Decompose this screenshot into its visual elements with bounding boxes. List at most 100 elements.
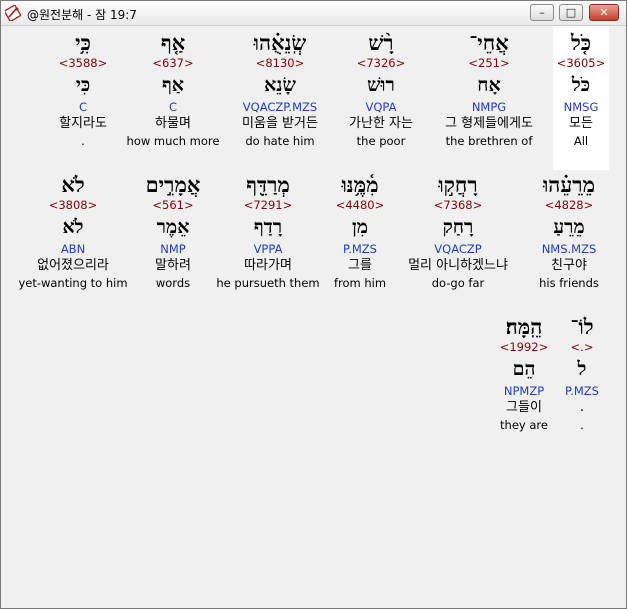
close-button[interactable]: ✕ xyxy=(589,4,619,21)
english-gloss: his friends xyxy=(539,276,599,290)
korean-gloss: 할지라도 xyxy=(59,116,107,131)
close-icon: ✕ xyxy=(599,6,609,19)
morph-code: P.MZS xyxy=(565,384,599,398)
hebrew-word: רָ֨שׁ xyxy=(368,30,394,55)
hebrew-lemma: שָׂנֵא xyxy=(264,74,296,96)
korean-gloss: 가난한 자는 xyxy=(349,116,413,131)
strong-number[interactable]: <561> xyxy=(133,198,213,213)
analysis-content: כֹּ֤ל <3605> כֹּל NMSG 모든 All אֲחֵי־ <25… xyxy=(3,26,624,606)
hebrew-lemma: רוּשׁ xyxy=(367,74,395,96)
morph-code: VQACZP.MZS xyxy=(242,100,318,114)
english-gloss: the brethren of xyxy=(445,134,533,148)
word-cell[interactable]: מִ֫מֶּ֥נּוּ <4480> מִן P.MZS 그를 from him xyxy=(323,172,397,291)
hebrew-word: כִּ֥י xyxy=(75,30,91,55)
strong-number[interactable]: <7326> xyxy=(333,56,429,71)
word-cell[interactable]: לוֹ־ <.> ל P.MZS . . xyxy=(557,314,607,433)
hebrew-word: שְֽׂנֵאֻ֗הוּ xyxy=(253,30,307,55)
english-gloss: how much more xyxy=(126,134,220,148)
hebrew-word: כֹּ֤ל xyxy=(570,30,592,55)
title-bar[interactable]: @원전분해 - 잠 19:7 – □ ✕ xyxy=(1,1,626,26)
hebrew-lemma: מֵרֵעַ xyxy=(553,216,585,238)
word-cell[interactable]: רָחֲק֣וּ <7368> רָחַק VQACZP 멀리 아니하겠느냐 d… xyxy=(399,172,517,291)
hebrew-lemma: ל xyxy=(577,358,587,380)
morph-code: NPMZP xyxy=(503,384,545,398)
strong-number[interactable]: <8130> xyxy=(229,56,331,71)
hebrew-word: רָחֲק֣וּ xyxy=(438,172,478,197)
english-gloss: words xyxy=(155,276,191,290)
word-cell[interactable]: הֵֽמָּה׃ <1992> הֵם NPMZP 그들이 they are xyxy=(493,314,555,433)
hebrew-word: אַ֤ף xyxy=(160,30,186,55)
korean-gloss: 친구야 xyxy=(551,258,587,273)
word-cell[interactable]: אֲחֵי־ <251> אָח NMPG 그 형제들에게도 the breth… xyxy=(431,30,547,149)
strong-number[interactable]: <7368> xyxy=(399,198,517,213)
korean-gloss: 따라가며 xyxy=(244,258,292,273)
hebrew-lemma: רָדַף xyxy=(253,216,283,238)
korean-gloss: 말하려 xyxy=(155,258,191,273)
morph-code: P.MZS xyxy=(343,242,377,256)
hebrew-word: הֵֽמָּה׃ xyxy=(505,314,543,339)
hebrew-lemma: אָח xyxy=(477,74,501,96)
english-gloss: All xyxy=(573,134,589,148)
english-gloss: yet-wanting to him xyxy=(18,276,128,290)
korean-gloss: 모든 xyxy=(569,116,593,131)
english-gloss: the poor xyxy=(356,134,406,148)
word-cell[interactable]: כִּ֥י <3588> כִּי C 할지라도 . xyxy=(47,30,119,149)
hebrew-word: מִ֫מֶּ֥נּוּ xyxy=(341,172,379,197)
hebrew-lemma: מִן xyxy=(351,216,369,238)
morph-code: NMP xyxy=(160,242,186,256)
korean-gloss: 없어졌으리라 xyxy=(37,258,109,273)
word-cell[interactable]: כֹּ֤ל <3605> כֹּל NMSG 모든 All xyxy=(553,26,609,170)
strong-number[interactable]: <251> xyxy=(431,56,547,71)
english-gloss: do-go far xyxy=(431,276,485,290)
morph-code: VQACZP xyxy=(434,242,482,256)
hebrew-word: אֲמָרִ֣ים xyxy=(145,172,201,197)
strong-number[interactable]: <3605> xyxy=(553,56,609,71)
english-gloss: they are xyxy=(500,418,548,432)
english-gloss: from him xyxy=(333,276,387,290)
korean-gloss: 그 형제들에게도 xyxy=(445,116,533,131)
morph-code: VPPA xyxy=(253,242,283,256)
strong-number[interactable]: <7291> xyxy=(215,198,321,213)
app-window: @원전분해 - 잠 19:7 – □ ✕ כֹּ֤ל <3605> כֹּל N… xyxy=(0,0,627,609)
window-title: @원전분해 - 잠 19:7 xyxy=(27,8,137,22)
korean-gloss: 그를 xyxy=(348,258,372,273)
english-gloss: . xyxy=(580,418,584,432)
korean-gloss: 멀리 아니하겠느냐 xyxy=(408,258,508,273)
morph-code: NMSG xyxy=(563,100,599,114)
morph-code: ABN xyxy=(60,242,86,256)
word-cell[interactable]: רָ֨שׁ <7326> רוּשׁ VQPA 가난한 자는 the poor xyxy=(333,30,429,149)
word-cell[interactable]: מְרַדֵּ֖ף <7291> רָדַף VPPA 따라가며 he purs… xyxy=(215,172,321,291)
hebrew-word: לֹא xyxy=(61,172,85,197)
hebrew-word: אֲחֵי־ xyxy=(469,30,509,55)
word-cell[interactable]: מֵרֵעֵ֗הוּ <4828> מֵרֵעַ NMS.MZS 친구야 his… xyxy=(521,172,617,291)
maximize-button[interactable]: □ xyxy=(559,4,583,21)
strong-number[interactable]: <637> xyxy=(123,56,223,71)
word-cell[interactable]: לֹא <3808> לֹא ABN 없어졌으리라 yet-wanting to… xyxy=(15,172,131,291)
morph-code: C xyxy=(168,100,178,114)
english-gloss: do hate him xyxy=(245,134,315,148)
word-cell[interactable]: אֲמָרִ֣ים <561> אֵמֶר NMP 말하려 words xyxy=(133,172,213,291)
morph-code: NMS.MZS xyxy=(541,242,597,256)
strong-number[interactable]: <1992> xyxy=(493,340,555,355)
strong-number[interactable]: <.> xyxy=(557,340,607,355)
korean-gloss: 그들이 xyxy=(506,400,542,415)
minimize-button[interactable]: – xyxy=(530,4,554,21)
korean-gloss: 하물며 xyxy=(155,116,191,131)
maximize-icon: □ xyxy=(565,6,577,19)
hebrew-word: מְרַדֵּ֖ף xyxy=(246,172,290,197)
morph-code: NMPG xyxy=(471,100,507,114)
hebrew-lemma: הֵם xyxy=(512,358,536,380)
hebrew-lemma: רָחַק xyxy=(442,216,474,238)
hebrew-lemma: אַף xyxy=(161,74,185,96)
strong-number[interactable]: <4828> xyxy=(521,198,617,213)
korean-gloss: 미움을 받거든 xyxy=(242,116,318,131)
word-cell[interactable]: אַ֤ף <637> אַף C 하물며 how much more xyxy=(123,30,223,149)
strong-number[interactable]: <3588> xyxy=(47,56,119,71)
hebrew-word: לוֹ־ xyxy=(570,314,594,339)
word-cell[interactable]: שְֽׂנֵאֻ֗הוּ <8130> שָׂנֵא VQACZP.MZS 미움… xyxy=(229,30,331,149)
minimize-icon: – xyxy=(539,6,545,19)
english-gloss: he pursueth them xyxy=(216,276,320,290)
morph-code: C xyxy=(78,100,88,114)
strong-number[interactable]: <4480> xyxy=(323,198,397,213)
strong-number[interactable]: <3808> xyxy=(15,198,131,213)
